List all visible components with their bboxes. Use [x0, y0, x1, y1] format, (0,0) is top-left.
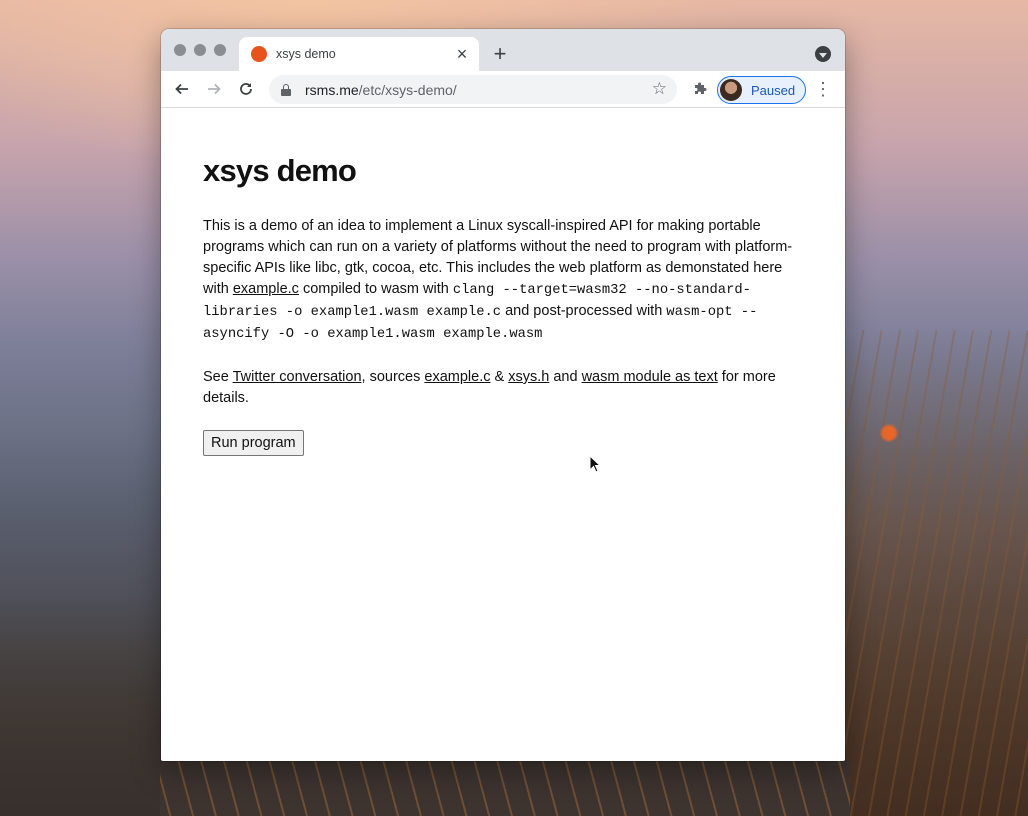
window-zoom-button[interactable]	[214, 44, 226, 56]
window-minimize-button[interactable]	[194, 44, 206, 56]
background-grass-bottom	[160, 760, 850, 816]
tab-close-icon[interactable]: ×	[451, 43, 473, 65]
reload-icon[interactable]	[233, 76, 259, 102]
xsys-h-link[interactable]: xsys.h	[508, 369, 549, 385]
puzzle-extension-icon[interactable]	[687, 76, 713, 102]
kebab-menu-icon[interactable]: ⋮	[813, 76, 833, 102]
star-icon[interactable]: ☆	[652, 79, 667, 99]
links-text-3: &	[490, 369, 509, 385]
browser-toolbar: rsms.me/etc/xsys-demo/ ☆ Paused ⋮	[161, 71, 845, 108]
tab-strip: xsys demo × +	[161, 29, 845, 71]
mouse-cursor-icon	[589, 455, 601, 473]
tab-xsys-demo[interactable]: xsys demo ×	[239, 37, 479, 71]
run-program-button[interactable]: Run program	[203, 430, 304, 456]
background-shadow	[0, 596, 170, 816]
tab-search-icon[interactable]	[815, 46, 831, 62]
intro-paragraph: This is a demo of an idea to implement a…	[203, 216, 803, 345]
avatar	[720, 79, 742, 101]
source-example-c-link[interactable]: example.c	[424, 369, 490, 385]
back-arrow-icon[interactable]	[169, 76, 195, 102]
profile-button[interactable]: Paused	[717, 76, 806, 104]
page-content: xsys demo This is a demo of an idea to i…	[161, 108, 845, 456]
intro-text-2: compiled to wasm with	[298, 281, 453, 297]
links-text-1: See	[203, 369, 233, 385]
favicon-icon	[251, 46, 267, 62]
intro-text-3: and post-processed with	[501, 303, 667, 319]
forward-arrow-icon[interactable]	[201, 76, 227, 102]
links-paragraph: See Twitter conversation, sources exampl…	[203, 367, 803, 409]
page-title: xsys demo	[203, 153, 357, 188]
tab-title: xsys demo	[276, 47, 336, 61]
background-flower	[881, 425, 897, 441]
lock-icon[interactable]	[281, 83, 291, 96]
profile-label: Paused	[751, 82, 796, 98]
background-grass	[838, 330, 1028, 816]
links-text-4: and	[549, 369, 582, 385]
window-close-button[interactable]	[174, 44, 186, 56]
twitter-conversation-link[interactable]: Twitter conversation	[233, 369, 362, 385]
url-path: /etc/xsys-demo/	[358, 81, 457, 98]
example-c-link[interactable]: example.c	[233, 281, 299, 297]
wasm-module-text-link[interactable]: wasm module as text	[582, 369, 718, 385]
address-bar[interactable]: rsms.me/etc/xsys-demo/ ☆	[269, 75, 677, 104]
links-text-2: , sources	[361, 369, 425, 385]
url-host: rsms.me	[305, 81, 359, 98]
new-tab-button[interactable]: +	[487, 41, 513, 67]
browser-window: xsys demo × + rsms.me/etc/xsys-demo/ ☆ P…	[161, 29, 845, 761]
